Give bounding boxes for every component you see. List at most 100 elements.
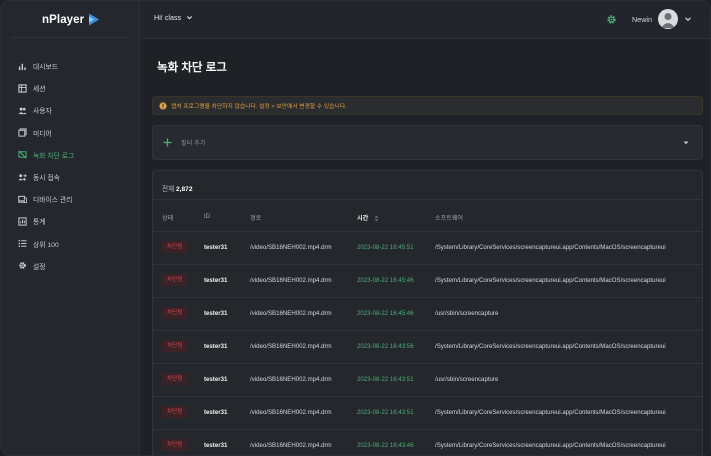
status-badge: 차단됨 <box>162 241 188 253</box>
table-row[interactable]: 차단됨 tester31 /video/SB16NEH002.mp4.drm 2… <box>153 232 702 265</box>
media-icon <box>18 128 27 137</box>
sidebar-item-dashboard[interactable]: 대시보드 <box>1 55 140 77</box>
warning-icon <box>159 101 167 110</box>
logo-text: nPlayer <box>42 13 85 26</box>
settings-gear-icon[interactable] <box>606 14 617 25</box>
status-badge: 차단됨 <box>162 274 188 286</box>
row-time: 2023-08-22 16:43:51 <box>357 376 414 383</box>
row-software: /System/Library/CoreServices/screencaptu… <box>435 343 666 350</box>
row-path: /video/SB16NEH002.mp4.drm <box>250 343 332 350</box>
row-path: /video/SB16NEH002.mp4.drm <box>250 376 332 383</box>
sidebar-item-label: 사용자 <box>33 108 52 116</box>
status-badge: 차단됨 <box>162 307 188 319</box>
sidebar-item-users[interactable]: 사용자 <box>1 99 140 121</box>
total-count-label: 전체 <box>162 186 175 193</box>
column-header-status[interactable]: 상태 <box>162 213 173 222</box>
column-header-time[interactable]: 시간 <box>357 213 379 222</box>
table-header: 상태 ID 경로 시간 소프트웨어 <box>153 199 702 232</box>
sidebar-item-settings[interactable]: 설정 <box>1 255 140 277</box>
table-row[interactable]: 차단됨 tester31 /video/SB16NEH002.mp4.drm 2… <box>153 430 702 455</box>
sidebar-item-label: 대시보드 <box>33 64 59 72</box>
table-icon <box>18 84 27 93</box>
row-software: /System/Library/CoreServices/screencaptu… <box>435 277 666 284</box>
total-count-value: 2,872 <box>175 186 193 193</box>
row-id: tester31 <box>204 310 228 317</box>
chevron-down-icon <box>187 16 193 20</box>
plus-icon <box>163 138 172 147</box>
row-path: /video/SB16NEH002.mp4.drm <box>250 277 332 284</box>
list-icon <box>18 239 27 248</box>
sort-icon <box>374 215 379 222</box>
sidebar-item-blocked-record-log[interactable]: 녹화 차단 로그 <box>1 144 140 166</box>
chevron-down-icon[interactable] <box>683 140 689 146</box>
status-badge: 차단됨 <box>162 373 188 385</box>
sidebar-item-devices[interactable]: 디바이스 관리 <box>1 188 140 210</box>
status-badge: 차단됨 <box>162 340 188 352</box>
row-time: 2023-08-22 16:43:56 <box>357 343 414 350</box>
bar-chart-icon <box>18 62 27 71</box>
class-selector-label: Hi! class <box>154 13 182 22</box>
row-time: 2023-08-22 16:45:46 <box>357 310 414 317</box>
row-id: tester31 <box>204 376 228 383</box>
sidebar: nPlayer 대시보드 세션 사용자 미디어 녹화 차단 로그 동시 접속 디… <box>1 1 140 455</box>
log-table: 전체 2,872 상태 ID 경로 시간 소프트웨어 차단됨 tester31 … <box>152 170 703 455</box>
sidebar-item-top100[interactable]: 상위 100 <box>1 233 140 255</box>
add-filter-bar[interactable]: 필터 추가 <box>152 125 703 160</box>
table-body: 차단됨 tester31 /video/SB16NEH002.mp4.drm 2… <box>153 232 702 455</box>
main-content: 녹화 차단 로그 캡처 프로그램을 차단하지 않습니다. 설정 > 보안에서 변… <box>140 39 710 455</box>
row-time: 2023-08-22 16:45:51 <box>357 244 414 251</box>
sidebar-item-label: 세션 <box>33 86 46 94</box>
user-menu-chevron-icon[interactable] <box>684 15 692 23</box>
user-name[interactable]: Newin <box>632 15 652 24</box>
row-id: tester31 <box>204 343 228 350</box>
column-header-id[interactable]: ID <box>204 213 210 220</box>
table-row[interactable]: 차단됨 tester31 /video/SB16NEH002.mp4.drm 2… <box>153 331 702 364</box>
row-path: /video/SB16NEH002.mp4.drm <box>250 442 332 449</box>
sidebar-item-label: 동시 접속 <box>33 175 60 183</box>
sidebar-item-label: 통계 <box>33 219 46 227</box>
warning-notice-text: 캡처 프로그램을 차단하지 않습니다. 설정 > 보안에서 변경할 수 있습니다… <box>171 104 347 110</box>
row-id: tester31 <box>204 277 228 284</box>
row-software: /usr/sbin/screencapture <box>435 310 499 317</box>
sidebar-nav: 대시보드 세션 사용자 미디어 녹화 차단 로그 동시 접속 디바이스 관리 통… <box>1 55 140 277</box>
sidebar-item-label: 설정 <box>33 263 46 271</box>
users-icon <box>18 106 27 115</box>
avatar[interactable] <box>658 9 678 29</box>
table-row[interactable]: 차단됨 tester31 /video/SB16NEH002.mp4.drm 2… <box>153 364 702 397</box>
sidebar-item-label: 미디어 <box>33 130 52 138</box>
app-window: nPlayer 대시보드 세션 사용자 미디어 녹화 차단 로그 동시 접속 디… <box>0 0 711 456</box>
sidebar-item-session[interactable]: 세션 <box>1 77 140 99</box>
add-filter-label: 필터 추가 <box>181 140 206 147</box>
row-time: 2023-08-22 16:45:46 <box>357 277 414 284</box>
devices-icon <box>18 195 27 204</box>
sidebar-item-media[interactable]: 미디어 <box>1 122 140 144</box>
class-selector[interactable]: Hi! class <box>154 13 193 22</box>
sidebar-item-concurrent[interactable]: 동시 접속 <box>1 166 140 188</box>
row-path: /video/SB16NEH002.mp4.drm <box>250 244 332 251</box>
table-row[interactable]: 차단됨 tester31 /video/SB16NEH002.mp4.drm 2… <box>153 298 702 331</box>
user-area: Newin <box>606 9 692 29</box>
column-header-software[interactable]: 소프트웨어 <box>435 213 463 222</box>
gear-icon <box>18 261 27 270</box>
user-avatar-icon <box>661 13 675 28</box>
sidebar-item-label: 상위 100 <box>33 241 59 249</box>
row-software: /System/Library/CoreServices/screencaptu… <box>435 409 666 416</box>
table-row[interactable]: 차단됨 tester31 /video/SB16NEH002.mp4.drm 2… <box>153 265 702 298</box>
row-id: tester31 <box>204 442 228 449</box>
table-row[interactable]: 차단됨 tester31 /video/SB16NEH002.mp4.drm 2… <box>153 397 702 430</box>
row-id: tester31 <box>204 409 228 416</box>
logo[interactable]: nPlayer <box>42 13 100 26</box>
row-path: /video/SB16NEH002.mp4.drm <box>250 310 332 317</box>
row-time: 2023-08-22 16:43:51 <box>357 409 414 416</box>
column-header-time-label: 시간 <box>357 215 369 222</box>
row-software: /usr/sbin/screencapture <box>435 376 499 383</box>
row-id: tester31 <box>204 244 228 251</box>
status-badge: 차단됨 <box>162 406 188 418</box>
total-count: 전체 2,872 <box>162 183 193 193</box>
column-header-path[interactable]: 경로 <box>250 213 261 222</box>
blocked-record-icon <box>18 150 27 159</box>
sidebar-divider <box>11 37 129 38</box>
concurrent-icon <box>18 173 27 182</box>
sidebar-item-stats[interactable]: 통계 <box>1 210 140 232</box>
row-time: 2023-08-22 16:43:46 <box>357 442 414 449</box>
